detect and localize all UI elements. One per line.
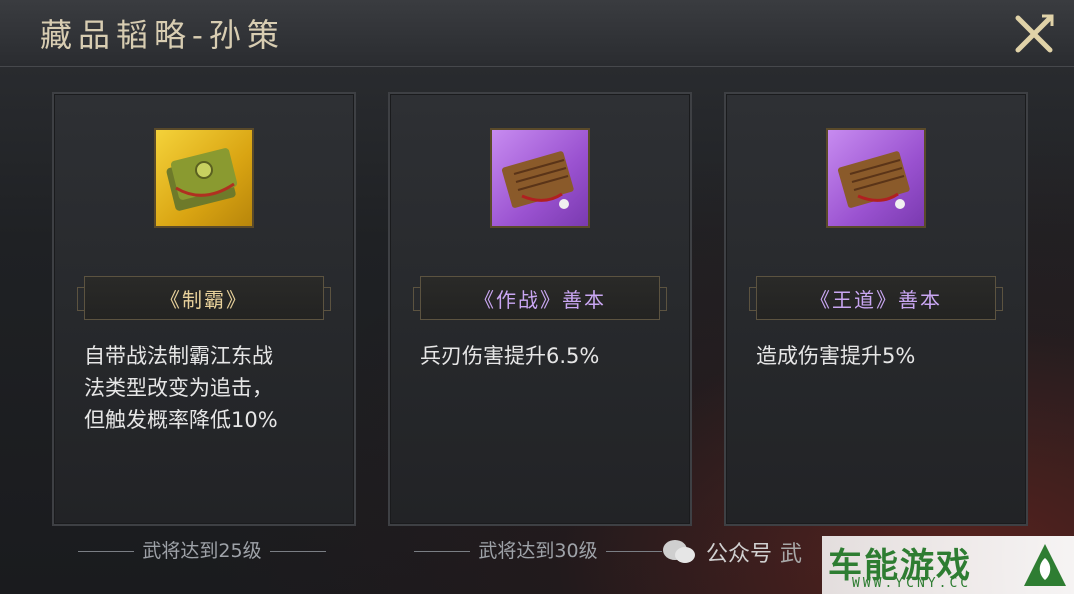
wechat-icon [663, 540, 695, 563]
brand-url: WWW.YCNY.CC [852, 576, 972, 591]
page-title: 藏品韬略-孙策 [40, 16, 285, 54]
close-icon[interactable] [1012, 12, 1056, 56]
divider [269, 551, 326, 552]
collection-card-2[interactable]: 《作战》善本 兵刃伤害提升6.5% [388, 92, 692, 526]
card-name: 《作战》善本 [413, 276, 667, 320]
divider [78, 551, 135, 552]
purple-scroll-book-icon[interactable] [490, 128, 590, 228]
level-requirement: 武将达到25级 [52, 536, 352, 563]
wechat-watermark: 公众号武 [662, 532, 802, 572]
card-name: 《王道》善本 [749, 276, 1003, 320]
divider [414, 551, 471, 552]
card-description: 造成伤害提升5% [756, 344, 916, 368]
card-name: 《制霸》 [77, 276, 331, 320]
level-requirement: 武将达到30级 [388, 536, 688, 563]
purple-scroll-book-icon[interactable] [826, 128, 926, 228]
brand-logo-icon [1024, 544, 1066, 586]
site-watermark: 车能游戏 WWW.YCNY.CC [822, 536, 1074, 594]
collection-card-1[interactable]: 《制霸》 自带战法制霸江东战 法类型改变为追击， 但触发概率降低10% [52, 92, 356, 526]
collection-card-3[interactable]: 《王道》善本 造成伤害提升5% [724, 92, 1028, 526]
divider [605, 551, 662, 552]
gold-scroll-book-icon[interactable] [154, 128, 254, 228]
card-description: 兵刃伤害提升6.5% [420, 344, 600, 368]
card-description: 自带战法制霸江东战 法类型改变为追击， 但触发概率降低10% [84, 344, 278, 432]
title-bar: 藏品韬略-孙策 [0, 0, 1074, 67]
